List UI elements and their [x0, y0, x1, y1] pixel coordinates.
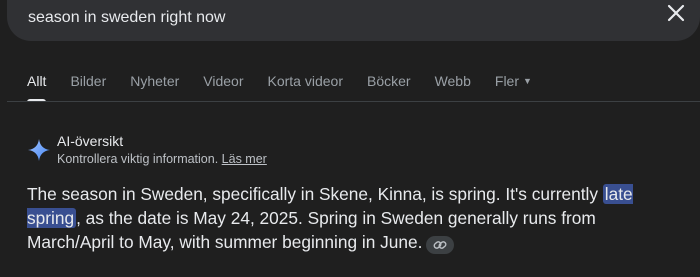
ai-overview-subtitle: Kontrollera viktig information. Läs mer [57, 152, 267, 166]
tab-korta-videor[interactable]: Korta videor [268, 72, 343, 102]
search-bar[interactable]: season in sweden right now [7, 0, 700, 41]
tab-bocker[interactable]: Böcker [367, 72, 411, 102]
tab-videor[interactable]: Videor [203, 72, 243, 102]
read-more-link[interactable]: Läs mer [222, 152, 267, 166]
tabs-bar: Allt Bilder Nyheter Videor Korta videor … [27, 72, 556, 102]
source-link-button[interactable] [426, 236, 455, 254]
ai-answer-text: The season in Sweden, specifically in Sk… [27, 184, 633, 254]
caret-down-icon: ▼ [523, 76, 532, 86]
close-icon[interactable] [663, 0, 689, 26]
ai-overview-title: AI-översikt [57, 133, 124, 149]
tab-bilder[interactable]: Bilder [70, 72, 106, 102]
tab-fler[interactable]: Fler ▼ [495, 72, 532, 102]
search-input[interactable]: season in sweden right now [28, 9, 225, 27]
tab-nyheter[interactable]: Nyheter [130, 72, 179, 102]
sparkle-icon [28, 139, 50, 161]
tab-allt[interactable]: Allt [27, 72, 47, 102]
tab-webb[interactable]: Webb [435, 72, 471, 102]
link-icon [433, 241, 447, 249]
tabs-divider [7, 101, 700, 102]
